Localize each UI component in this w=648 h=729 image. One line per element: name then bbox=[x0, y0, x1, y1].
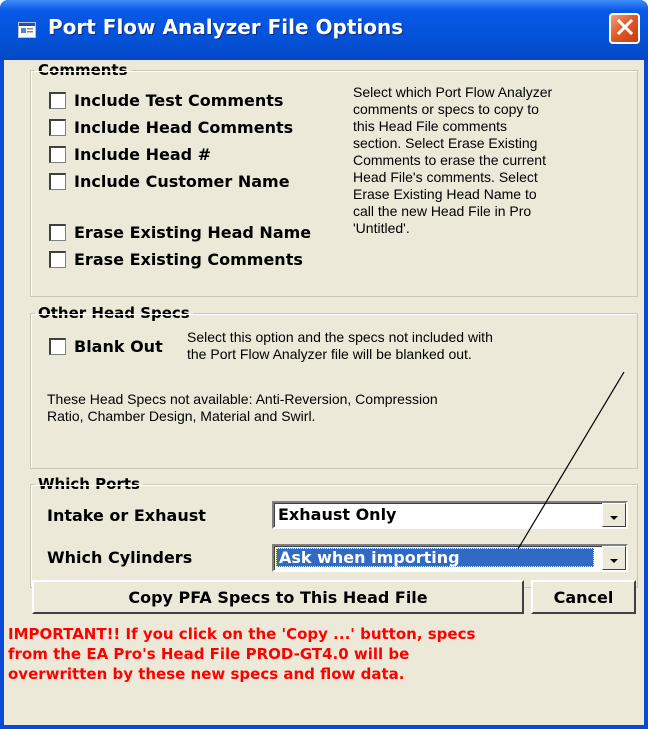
checkbox-box[interactable] bbox=[49, 251, 66, 268]
which-cylinders-label: Which Cylinders bbox=[47, 548, 193, 567]
erase-existing-comments-checkbox[interactable]: Erase Existing Comments bbox=[49, 250, 303, 269]
description-line: These Head Specs not available: Anti-Rev… bbox=[47, 391, 438, 407]
checkbox-box[interactable] bbox=[49, 338, 66, 355]
window-bottom-border bbox=[0, 725, 648, 729]
close-button[interactable] bbox=[609, 13, 640, 44]
checkbox-box[interactable] bbox=[49, 119, 66, 136]
include-customer-name-checkbox[interactable]: Include Customer Name bbox=[49, 172, 290, 191]
dialog-window: Port Flow Analyzer File Options Comments… bbox=[0, 0, 648, 729]
which-ports-group: Which Ports Intake or Exhaust Exhaust On… bbox=[30, 475, 638, 588]
comments-legend: Comments bbox=[35, 61, 131, 79]
intake-or-exhaust-label: Intake or Exhaust bbox=[47, 506, 206, 525]
checkbox-box[interactable] bbox=[49, 92, 66, 109]
description-line: comments or specs to copy to bbox=[353, 101, 539, 117]
app-window-icon bbox=[18, 22, 36, 38]
checkbox-box[interactable] bbox=[49, 173, 66, 190]
close-icon bbox=[616, 18, 634, 40]
window-title: Port Flow Analyzer File Options bbox=[48, 15, 404, 39]
checkbox-label: Blank Out bbox=[74, 337, 163, 356]
description-line: Comments to erase the current bbox=[353, 152, 546, 168]
comments-description: Select which Port Flow Analyzer comments… bbox=[353, 84, 633, 237]
not-available-description: These Head Specs not available: Anti-Rev… bbox=[47, 391, 633, 425]
description-line: Ratio, Chamber Design, Material and Swir… bbox=[47, 408, 316, 424]
erase-existing-head-name-checkbox[interactable]: Erase Existing Head Name bbox=[49, 223, 311, 242]
title-bar[interactable]: Port Flow Analyzer File Options bbox=[0, 0, 648, 60]
dialog-client-area: Comments Include Test Comments Include H… bbox=[4, 60, 644, 725]
checkbox-label: Erase Existing Comments bbox=[74, 250, 303, 269]
description-line: the Port Flow Analyzer file will be blan… bbox=[187, 346, 472, 362]
chevron-down-icon bbox=[609, 506, 619, 525]
which-ports-legend: Which Ports bbox=[35, 475, 143, 493]
intake-or-exhaust-select[interactable]: Exhaust Only bbox=[272, 501, 628, 529]
description-line: section. Select Erase Existing bbox=[353, 135, 538, 151]
which-cylinders-value: Ask when importing bbox=[276, 548, 594, 567]
checkbox-label: Include Test Comments bbox=[74, 91, 284, 110]
description-line: call the new Head File in Pro bbox=[353, 203, 532, 219]
other-head-specs-group: Other Head Specs Blank Out Select this o… bbox=[30, 304, 638, 469]
copy-pfa-specs-button[interactable]: Copy PFA Specs to This Head File bbox=[32, 580, 524, 614]
checkbox-label: Erase Existing Head Name bbox=[74, 223, 312, 242]
checkbox-label: Include Customer Name bbox=[74, 172, 290, 191]
other-head-specs-legend: Other Head Specs bbox=[35, 304, 193, 322]
include-head-number-checkbox[interactable]: Include Head # bbox=[49, 145, 211, 164]
chevron-down-icon bbox=[609, 549, 619, 568]
blank-out-description: Select this option and the specs not inc… bbox=[187, 329, 635, 363]
include-head-comments-checkbox[interactable]: Include Head Comments bbox=[49, 118, 293, 137]
description-line: Select this option and the specs not inc… bbox=[187, 329, 493, 345]
comments-group: Comments Include Test Comments Include H… bbox=[30, 61, 638, 297]
dropdown-arrow-button[interactable] bbox=[602, 546, 626, 570]
checkbox-box[interactable] bbox=[49, 224, 66, 241]
important-warning: IMPORTANT!! If you click on the 'Copy ..… bbox=[8, 624, 638, 684]
checkbox-label: Include Head Comments bbox=[74, 118, 294, 137]
warning-line: overwritten by these new specs and flow … bbox=[8, 665, 405, 683]
description-line: Head File's comments. Select bbox=[353, 169, 538, 185]
description-line: Select which Port Flow Analyzer bbox=[353, 84, 553, 100]
description-line: this Head File comments bbox=[353, 118, 508, 134]
which-cylinders-select[interactable]: Ask when importing bbox=[272, 544, 628, 572]
warning-line: IMPORTANT!! If you click on the 'Copy ..… bbox=[8, 625, 476, 643]
description-line: 'Untitled'. bbox=[353, 220, 410, 236]
dropdown-arrow-button[interactable] bbox=[602, 503, 626, 527]
cancel-button[interactable]: Cancel bbox=[531, 580, 636, 614]
checkbox-label: Include Head # bbox=[74, 145, 212, 164]
intake-or-exhaust-value: Exhaust Only bbox=[278, 505, 397, 524]
include-test-comments-checkbox[interactable]: Include Test Comments bbox=[49, 91, 283, 110]
checkbox-box[interactable] bbox=[49, 146, 66, 163]
description-line: Erase Existing Head Name to bbox=[353, 186, 537, 202]
warning-line: from the EA Pro's Head File PROD-GT4.0 w… bbox=[8, 645, 410, 663]
blank-out-checkbox[interactable]: Blank Out bbox=[49, 337, 163, 356]
